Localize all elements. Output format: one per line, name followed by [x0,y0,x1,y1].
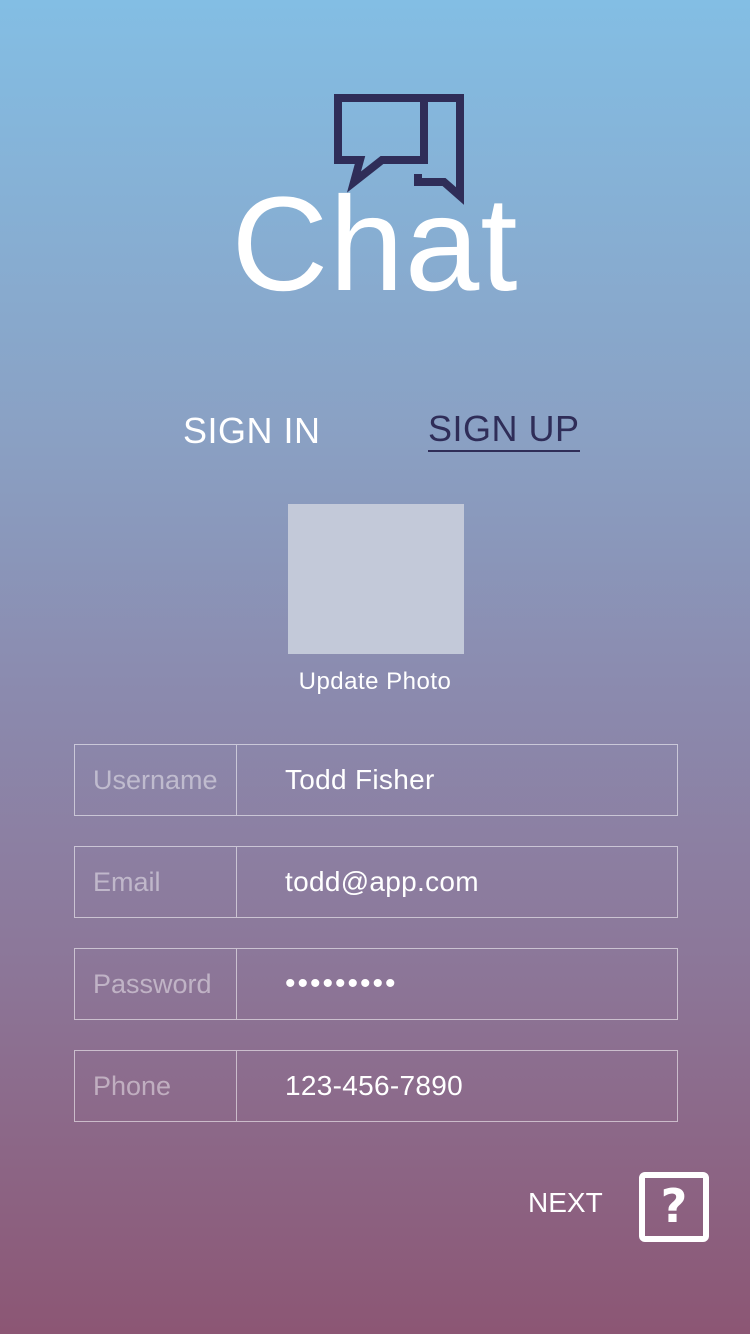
username-label: Username [75,745,237,815]
phone-label: Phone [75,1051,237,1121]
phone-field[interactable]: Phone 123-456-7890 [74,1050,678,1122]
next-button[interactable]: NEXT [528,1186,603,1220]
phone-input[interactable]: 123-456-7890 [237,1051,677,1121]
password-input[interactable]: ••••••••• [237,949,677,1019]
username-field[interactable]: Username Todd Fisher [74,744,678,816]
email-field[interactable]: Email todd@app.com [74,846,678,918]
password-field[interactable]: Password ••••••••• [74,948,678,1020]
email-input[interactable]: todd@app.com [237,847,677,917]
email-label: Email [75,847,237,917]
update-photo-link[interactable]: Update Photo [0,667,750,697]
password-label: Password [75,949,237,1019]
profile-photo-placeholder[interactable] [288,504,464,654]
app-logo-text: Chat [231,170,519,319]
username-input[interactable]: Todd Fisher [237,745,677,815]
tab-sign-up[interactable]: SIGN UP [428,408,580,452]
auth-tabs: SIGN IN SIGN UP [0,408,750,458]
tab-sign-in[interactable]: SIGN IN [183,408,321,454]
question-mark-icon[interactable]: ? [639,1172,709,1242]
